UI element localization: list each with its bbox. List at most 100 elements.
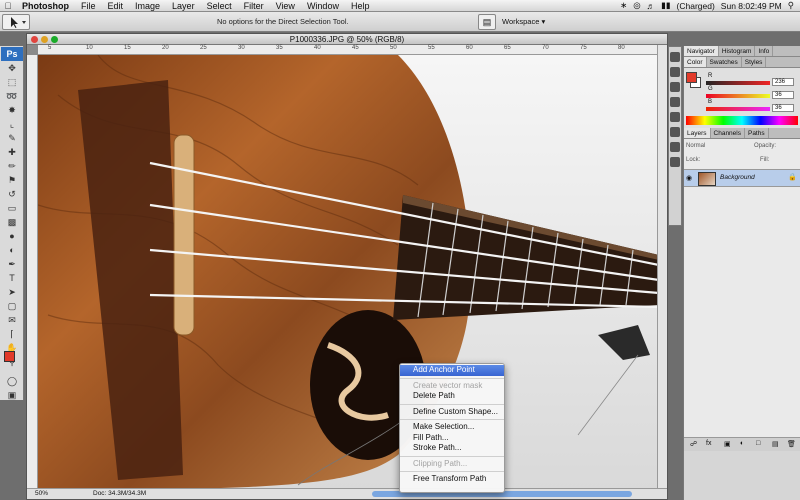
horizontal-ruler[interactable]: 5 10 15 20 25 30 35 40 45 50 55 60 65 70… [38, 45, 659, 55]
b-slider[interactable] [706, 107, 770, 111]
battery-icon[interactable]: ▮▮ [661, 0, 670, 11]
tab-color[interactable]: Color [684, 57, 707, 67]
menu-app-name[interactable]: Photoshop [16, 1, 75, 11]
tool-presets-icon[interactable] [670, 82, 680, 92]
actions-panel-icon[interactable] [670, 67, 680, 77]
menu-item-add-anchor-point[interactable]: Add Anchor Point [400, 365, 504, 376]
layer-background[interactable]: ◉ Background 🔒 [684, 169, 800, 187]
minimize-icon[interactable] [41, 36, 48, 43]
lasso-tool-icon[interactable]: ➿ [3, 90, 21, 103]
marquee-tool-icon[interactable]: ⬚ [3, 76, 21, 89]
history-brush-tool-icon[interactable]: ↺ [3, 188, 21, 201]
new-group-icon[interactable]: □ [756, 440, 760, 447]
r-value[interactable]: 236 [772, 78, 794, 86]
workspace-menu[interactable]: Workspace ▾ [502, 17, 545, 26]
menu-window[interactable]: Window [301, 1, 345, 11]
layer-comps-icon[interactable] [670, 157, 680, 167]
eraser-tool-icon[interactable]: ▭ [3, 202, 21, 215]
bluetooth-icon[interactable]: ∗ [620, 0, 627, 11]
crop-tool-icon[interactable]: ⌞ [3, 118, 21, 131]
blend-mode-select[interactable]: Normal [686, 143, 705, 149]
document-title-bar[interactable]: P1000336.JPG @ 50% (RGB/8) [27, 34, 667, 45]
menubar-clock[interactable]: Sun 8:02:49 PM [721, 1, 782, 11]
direct-selection-icon [11, 17, 26, 28]
clone-stamp-tool-icon[interactable]: ⚑ [3, 174, 21, 187]
spotlight-icon[interactable]: ⚲ [788, 0, 794, 11]
menu-separator [400, 455, 504, 457]
dodge-tool-icon[interactable]: ◐ [3, 244, 21, 257]
lock-label: Lock: [686, 157, 701, 163]
delete-layer-icon[interactable]: 🗑 [787, 440, 796, 448]
menu-item-create-vector-mask[interactable]: Create vector mask [400, 381, 504, 392]
vertical-ruler[interactable] [27, 55, 38, 490]
notes-tool-icon[interactable]: ✉ [3, 314, 21, 327]
pen-tool-icon[interactable]: ✒ [3, 258, 21, 271]
menu-item-stroke-path[interactable]: Stroke Path... [400, 443, 504, 454]
paragraph-panel-icon[interactable] [670, 142, 680, 152]
tab-layers[interactable]: Layers [684, 128, 711, 138]
menu-item-clipping-path[interactable]: Clipping Path... [400, 459, 504, 470]
menu-select[interactable]: Select [201, 1, 238, 11]
menu-image[interactable]: Image [129, 1, 166, 11]
g-slider[interactable] [706, 94, 770, 98]
path-selection-tool-icon[interactable]: ➤ [3, 286, 21, 299]
close-icon[interactable] [31, 36, 38, 43]
menu-item-free-transform-path[interactable]: Free Transform Path [400, 474, 504, 485]
healing-brush-tool-icon[interactable]: ✚ [3, 146, 21, 159]
brushes-panel-icon[interactable] [670, 97, 680, 107]
g-value[interactable]: 36 [772, 91, 794, 99]
layer-mask-icon[interactable]: ▣ [724, 440, 731, 448]
apple-icon[interactable]:  [0, 1, 16, 11]
gradient-tool-icon[interactable]: ▩ [3, 216, 21, 229]
zoom-window-icon[interactable] [51, 36, 58, 43]
color-foreground-swatch[interactable] [686, 72, 697, 83]
r-slider[interactable] [706, 81, 770, 85]
foreground-color-swatch[interactable] [4, 351, 15, 362]
vertical-scrollbar[interactable] [657, 45, 667, 490]
brush-tool-icon[interactable]: ✏ [3, 160, 21, 173]
tab-swatches[interactable]: Swatches [707, 57, 742, 67]
layer-visibility-eye-icon[interactable]: ◉ [686, 174, 696, 182]
menu-item-fill-path[interactable]: Fill Path... [400, 433, 504, 444]
menu-filter[interactable]: Filter [238, 1, 270, 11]
blur-tool-icon[interactable]: ● [3, 230, 21, 243]
document-size[interactable]: Doc: 34.3M/34.3M [93, 489, 146, 499]
menu-item-delete-path[interactable]: Delete Path [400, 391, 504, 402]
tab-styles[interactable]: Styles [742, 57, 767, 67]
screen-mode-icon[interactable]: ▣ [3, 389, 21, 402]
volume-icon[interactable]: ♬ [647, 1, 656, 11]
eyedropper-tool-icon[interactable]: ⌈ [3, 328, 21, 341]
shape-tool-icon[interactable]: ▢ [3, 300, 21, 313]
menu-item-define-custom-shape[interactable]: Define Custom Shape... [400, 407, 504, 418]
b-value[interactable]: 36 [772, 104, 794, 112]
tab-channels[interactable]: Channels [711, 128, 745, 138]
type-tool-icon[interactable]: T [3, 272, 21, 285]
tab-paths[interactable]: Paths [745, 128, 769, 138]
link-layers-icon[interactable]: ☍ [690, 440, 697, 448]
clone-source-icon[interactable] [670, 112, 680, 122]
image-canvas[interactable] [38, 55, 659, 490]
tab-navigator[interactable]: Navigator [684, 46, 719, 56]
slice-tool-icon[interactable]: ✎ [3, 132, 21, 145]
quick-mask-icon[interactable]: ◯ [3, 375, 21, 388]
new-layer-icon[interactable]: ▤ [772, 440, 779, 448]
menu-item-make-selection[interactable]: Make Selection... [400, 422, 504, 433]
move-tool-icon[interactable]: ✥ [3, 62, 21, 75]
character-panel-icon[interactable] [670, 127, 680, 137]
menu-help[interactable]: Help [345, 1, 376, 11]
menu-view[interactable]: View [270, 1, 301, 11]
menu-edit[interactable]: Edit [102, 1, 130, 11]
tab-info[interactable]: Info [755, 46, 774, 56]
zoom-level[interactable]: 50% [35, 489, 48, 499]
layer-style-icon[interactable]: fx [706, 440, 711, 447]
menu-layer[interactable]: Layer [166, 1, 201, 11]
wifi-icon[interactable]: ◎ [633, 0, 640, 11]
history-panel-icon[interactable] [670, 52, 680, 62]
color-spectrum-bar[interactable] [686, 116, 798, 125]
magic-wand-tool-icon[interactable]: ✸ [3, 104, 21, 117]
tool-preset-picker[interactable] [2, 14, 30, 30]
menu-file[interactable]: File [75, 1, 102, 11]
adjustment-layer-icon[interactable]: ◐ [740, 440, 744, 447]
workspace-switcher-button[interactable]: ▤ [478, 14, 496, 30]
tab-histogram[interactable]: Histogram [719, 46, 756, 56]
